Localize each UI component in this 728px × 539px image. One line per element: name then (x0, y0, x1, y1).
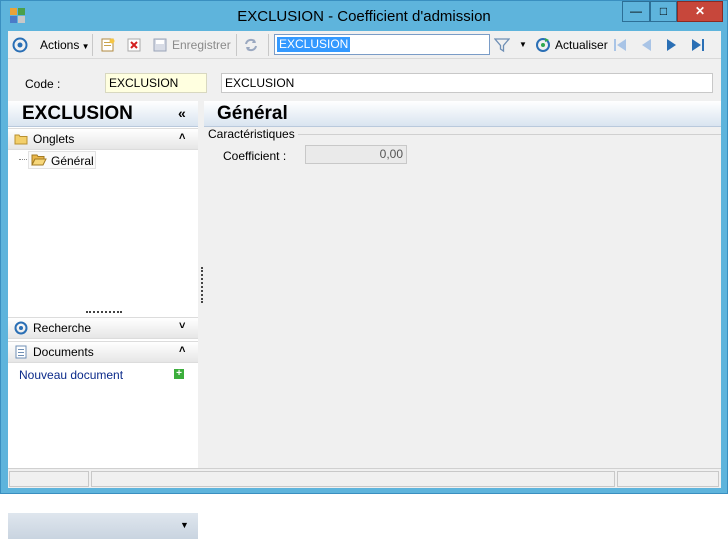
content-header: Général (204, 101, 721, 127)
group-divider (298, 134, 721, 135)
status-cell (91, 471, 615, 487)
folder-icon (14, 134, 28, 145)
chevron-down-icon[interactable]: ˅ (179, 320, 185, 332)
toolbar: Actions ▼ Enregistrer EXCLUSION ▼ Actual… (8, 31, 721, 59)
code-label: Code : (25, 77, 61, 91)
chevron-down-icon[interactable]: ▼ (180, 520, 189, 530)
first-record-icon[interactable] (612, 37, 628, 53)
save-icon[interactable] (152, 37, 168, 53)
new-record-icon[interactable] (100, 37, 116, 53)
navigation-panel-title: EXCLUSION (22, 103, 133, 124)
navigation-panel-footer: ▼ (8, 513, 198, 539)
section-documents-label: Documents (33, 345, 94, 359)
navigation-panel: EXCLUSION « Onglets ˄ Général Recherche … (8, 101, 198, 539)
toolbar-separator (236, 34, 237, 56)
filter-dropdown-icon[interactable]: ▼ (519, 36, 527, 54)
chevron-up-icon[interactable]: ˄ (179, 131, 185, 143)
toolbar-separator (268, 34, 269, 56)
chevron-up-icon[interactable]: ˄ (179, 344, 185, 356)
tree-item-label: Général (51, 154, 94, 168)
client-area: Actions ▼ Enregistrer EXCLUSION ▼ Actual… (8, 31, 721, 539)
navigation-panel-header: EXCLUSION « (8, 101, 198, 127)
next-record-icon[interactable] (664, 37, 680, 53)
description-field[interactable]: EXCLUSION (221, 73, 713, 93)
coefficient-field[interactable]: 0,00 (305, 145, 407, 164)
last-record-icon[interactable] (690, 37, 706, 53)
target-icon (14, 321, 28, 335)
section-onglets[interactable]: Onglets ˄ (8, 128, 198, 150)
vertical-splitter-grip[interactable] (201, 267, 203, 303)
delete-icon[interactable] (126, 37, 142, 53)
minimize-button[interactable]: — (622, 1, 650, 22)
collapse-panel-icon[interactable]: « (178, 105, 186, 121)
window-title: EXCLUSION - Coefficient d'admission (237, 8, 491, 25)
open-folder-icon (31, 154, 47, 166)
status-cell (617, 471, 719, 487)
filter-icon[interactable] (494, 37, 510, 53)
title-bar[interactable]: EXCLUSION - Coefficient d'admission — □ … (1, 1, 727, 31)
section-recherche[interactable]: Recherche ˅ (8, 317, 198, 339)
status-cell (9, 471, 89, 487)
status-bar (8, 468, 721, 488)
group-label: Caractéristiques (208, 127, 297, 141)
refresh-arrows-icon[interactable] (243, 37, 259, 53)
code-field[interactable]: EXCLUSION (105, 73, 207, 93)
tree-item-general[interactable]: Général (28, 151, 96, 169)
toolbar-separator (92, 34, 93, 56)
save-button[interactable]: Enregistrer (172, 36, 231, 54)
search-input[interactable]: EXCLUSION (274, 34, 490, 55)
new-document-link[interactable]: Nouveau document (19, 368, 123, 382)
target-icon[interactable] (12, 37, 28, 53)
maximize-button[interactable]: □ (650, 1, 677, 22)
chevron-down-icon: ▼ (79, 42, 90, 51)
actions-label: Actions (40, 38, 80, 52)
actions-menu[interactable]: Actions ▼ (40, 36, 90, 54)
splitter-grip[interactable] (86, 311, 122, 313)
application-window: EXCLUSION - Coefficient d'admission — □ … (0, 0, 728, 539)
search-input-value: EXCLUSION (277, 37, 351, 52)
add-icon[interactable]: + (174, 369, 184, 379)
document-icon (15, 345, 27, 359)
refresh-icon[interactable] (535, 37, 551, 53)
page-title: Général (217, 103, 288, 124)
coefficient-label: Coefficient : (223, 149, 287, 163)
section-onglets-label: Onglets (33, 132, 75, 146)
previous-record-icon[interactable] (638, 37, 654, 53)
section-recherche-label: Recherche (33, 321, 92, 335)
close-button[interactable]: ✕ (677, 1, 723, 22)
refresh-button[interactable]: Actualiser (555, 36, 608, 54)
section-documents[interactable]: Documents ˄ (8, 341, 198, 363)
